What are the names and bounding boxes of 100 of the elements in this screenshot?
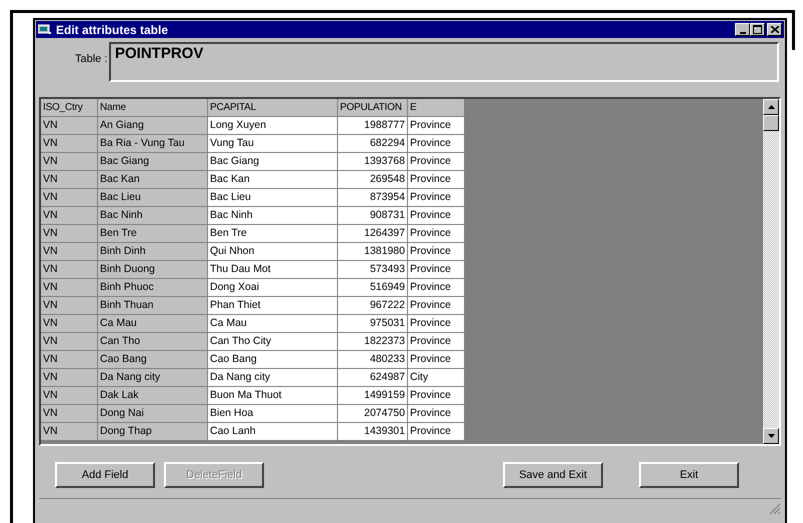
minimize-button[interactable] xyxy=(735,23,750,36)
table-cell[interactable]: Province xyxy=(408,423,465,441)
table-cell[interactable]: 1381980 xyxy=(338,243,408,261)
table-cell[interactable]: Vung Tau xyxy=(208,135,338,153)
table-cell[interactable]: Binh Duong xyxy=(98,261,208,279)
table-cell[interactable]: Bac Giang xyxy=(208,153,338,171)
column-header[interactable]: PCAPITAL xyxy=(208,99,338,117)
dialog-button[interactable]: Save and Exit xyxy=(503,462,603,488)
table-cell[interactable]: 975031 xyxy=(338,315,408,333)
table-cell[interactable]: VN xyxy=(41,351,98,369)
table-cell[interactable]: Ben Tre xyxy=(208,225,338,243)
table-cell[interactable]: 2074750 xyxy=(338,405,408,423)
table-cell[interactable]: City xyxy=(408,369,465,387)
table-cell[interactable]: 1439301 xyxy=(338,423,408,441)
table-cell[interactable]: 624987 xyxy=(338,369,408,387)
table-cell[interactable]: Province xyxy=(408,135,465,153)
table-cell[interactable]: Bac Kan xyxy=(208,171,338,189)
table-cell[interactable]: Province xyxy=(408,405,465,423)
table-cell[interactable]: 516949 xyxy=(338,279,408,297)
table-cell[interactable]: Ca Mau xyxy=(208,315,338,333)
table-cell[interactable]: Da Nang city xyxy=(208,369,338,387)
table-cell[interactable]: 573493 xyxy=(338,261,408,279)
table-cell[interactable]: Thu Dau Mot xyxy=(208,261,338,279)
table-cell[interactable]: An Giang xyxy=(98,117,208,135)
table-cell[interactable]: 1264397 xyxy=(338,225,408,243)
table-cell[interactable]: 1988777 xyxy=(338,117,408,135)
table-cell[interactable]: VN xyxy=(41,189,98,207)
maximize-button[interactable] xyxy=(750,23,765,36)
table-cell[interactable]: VN xyxy=(41,333,98,351)
table-cell[interactable]: Province xyxy=(408,297,465,315)
table-cell[interactable]: Ben Tre xyxy=(98,225,208,243)
table-cell[interactable]: Dong Nai xyxy=(98,405,208,423)
table-cell[interactable]: Cao Bang xyxy=(208,351,338,369)
table-cell[interactable]: VN xyxy=(41,315,98,333)
table-cell[interactable]: 1393768 xyxy=(338,153,408,171)
table-cell[interactable]: 873954 xyxy=(338,189,408,207)
table-cell[interactable]: Bac Lieu xyxy=(98,189,208,207)
table-cell[interactable]: Province xyxy=(408,189,465,207)
table-cell[interactable]: VN xyxy=(41,207,98,225)
table-cell[interactable]: Cao Lanh xyxy=(208,423,338,441)
table-cell[interactable]: Binh Dinh xyxy=(98,243,208,261)
table-cell[interactable]: Buon Ma Thuot xyxy=(208,387,338,405)
table-cell[interactable]: VN xyxy=(41,243,98,261)
table-cell[interactable]: Phan Thiet xyxy=(208,297,338,315)
table-cell[interactable]: 1822373 xyxy=(338,333,408,351)
table-cell[interactable]: Province xyxy=(408,117,465,135)
table-cell[interactable]: VN xyxy=(41,387,98,405)
table-cell[interactable]: 480233 xyxy=(338,351,408,369)
table-cell[interactable]: VN xyxy=(41,261,98,279)
table-cell[interactable]: Province xyxy=(408,333,465,351)
table-cell[interactable]: VN xyxy=(41,135,98,153)
table-cell[interactable]: 682294 xyxy=(338,135,408,153)
table-cell[interactable]: VN xyxy=(41,405,98,423)
table-cell[interactable]: Province xyxy=(408,279,465,297)
table-cell[interactable]: Ca Mau xyxy=(98,315,208,333)
table-cell[interactable]: Province xyxy=(408,171,465,189)
table-cell[interactable]: Province xyxy=(408,351,465,369)
table-cell[interactable]: Qui Nhon xyxy=(208,243,338,261)
table-cell[interactable]: Province xyxy=(408,225,465,243)
table-cell[interactable]: 967222 xyxy=(338,297,408,315)
table-cell[interactable]: 269548 xyxy=(338,171,408,189)
dialog-button[interactable]: Exit xyxy=(639,462,739,488)
close-button[interactable] xyxy=(767,23,782,36)
table-cell[interactable]: Province xyxy=(408,153,465,171)
table-cell[interactable]: Bien Hoa xyxy=(208,405,338,423)
scroll-thumb[interactable] xyxy=(763,115,779,131)
table-cell[interactable]: Province xyxy=(408,261,465,279)
table-cell[interactable]: Da Nang city xyxy=(98,369,208,387)
table-cell[interactable]: VN xyxy=(41,279,98,297)
table-cell[interactable]: Binh Thuan xyxy=(98,297,208,315)
column-header[interactable]: ISO_Ctry xyxy=(41,99,98,117)
table-cell[interactable]: Ba Ria - Vung Tau xyxy=(98,135,208,153)
table-cell[interactable]: Bac Kan xyxy=(98,171,208,189)
table-cell[interactable]: Province xyxy=(408,315,465,333)
table-cell[interactable]: Can Tho xyxy=(98,333,208,351)
table-cell[interactable]: Cao Bang xyxy=(98,351,208,369)
table-cell[interactable]: Can Tho City xyxy=(208,333,338,351)
scroll-down-icon[interactable] xyxy=(763,428,779,444)
table-cell[interactable]: 908731 xyxy=(338,207,408,225)
table-cell[interactable]: Bac Ninh xyxy=(208,207,338,225)
table-cell[interactable]: Bac Ninh xyxy=(98,207,208,225)
table-cell[interactable]: Province xyxy=(408,243,465,261)
table-cell[interactable]: Dak Lak xyxy=(98,387,208,405)
table-cell[interactable]: VN xyxy=(41,117,98,135)
column-header[interactable]: POPULATION xyxy=(338,99,408,117)
table-cell[interactable]: Bac Lieu xyxy=(208,189,338,207)
scroll-up-icon[interactable] xyxy=(763,99,779,115)
table-cell[interactable]: VN xyxy=(41,171,98,189)
table-cell[interactable]: VN xyxy=(41,225,98,243)
column-header[interactable]: E xyxy=(408,99,465,117)
dialog-button[interactable]: Add Field xyxy=(55,462,155,488)
column-header[interactable]: Name xyxy=(98,99,208,117)
table-cell[interactable]: VN xyxy=(41,369,98,387)
table-cell[interactable]: Province xyxy=(408,387,465,405)
table-cell[interactable]: Binh Phuoc xyxy=(98,279,208,297)
table-cell[interactable]: 1499159 xyxy=(338,387,408,405)
table-cell[interactable]: Bac Giang xyxy=(98,153,208,171)
table-cell[interactable]: VN xyxy=(41,297,98,315)
table-cell[interactable]: Long Xuyen xyxy=(208,117,338,135)
table-cell[interactable]: Dong Thap xyxy=(98,423,208,441)
